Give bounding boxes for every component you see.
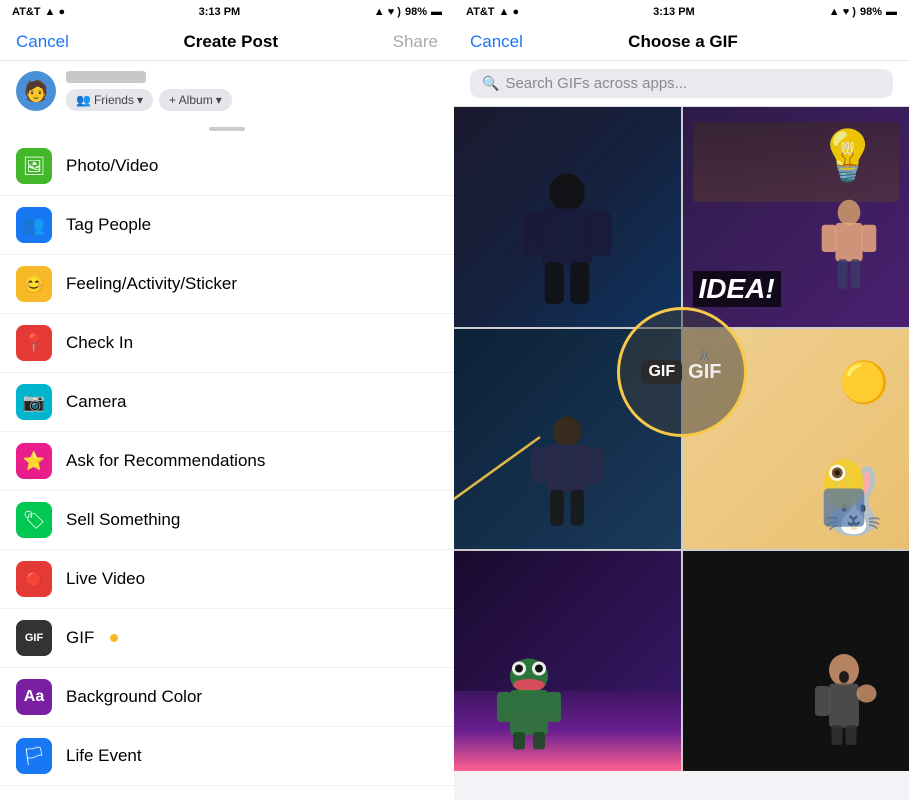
cancel-button-left[interactable]: Cancel	[16, 32, 69, 52]
ask-rec-label: Ask for Recommendations	[66, 451, 265, 471]
wifi-icon-left: ▲ ●	[45, 6, 66, 18]
tag-people-icon: 👥	[16, 207, 52, 243]
bg-color-label: Background Color	[66, 687, 202, 707]
menu-item-live-video[interactable]: 🔴 Live Video	[0, 550, 454, 609]
time-right: 3:13 PM	[653, 6, 695, 18]
feeling-icon: 😊	[16, 266, 52, 302]
nav-bar-left: Cancel Create Post Share	[0, 24, 454, 61]
drag-handle	[209, 127, 245, 131]
camera-label: Camera	[66, 392, 126, 412]
gif-cell-minion[interactable]: 🐰 🐰 🟡	[683, 329, 909, 549]
battery-right: 98%	[860, 6, 882, 18]
live-video-icon: 🔴	[16, 561, 52, 597]
battery-icon-right: ▬	[886, 6, 897, 18]
gif-label: GIF	[66, 628, 94, 648]
username-placeholder	[66, 71, 146, 83]
album-button[interactable]: + Album ▾	[159, 89, 232, 111]
minion-text: 🐰	[698, 349, 712, 362]
sell-icon: 🏷	[16, 502, 52, 538]
search-icon: 🔍	[482, 75, 499, 92]
right-panel: AT&T ▲ ● 3:13 PM ▲ ♥ ) 98% ▬ Cancel Choo…	[454, 0, 909, 800]
gif-cell-muppet[interactable]	[454, 551, 681, 771]
sell-label: Sell Something	[66, 510, 180, 530]
bg-color-icon: Aa	[16, 679, 52, 715]
menu-item-feeling[interactable]: 😊 Feeling/Activity/Sticker	[0, 255, 454, 314]
menu-item-life-event[interactable]: 🏳 Life Event	[0, 727, 454, 786]
album-chevron: ▾	[216, 93, 222, 107]
feeling-label: Feeling/Activity/Sticker	[66, 274, 237, 294]
friends-chevron: ▾	[137, 93, 143, 107]
create-post-title: Create Post	[184, 32, 278, 52]
life-event-icon: 🏳	[16, 738, 52, 774]
gif-cell-idea[interactable]: 💡 IDEA!	[683, 107, 909, 327]
choose-gif-title: Choose a GIF	[628, 32, 738, 52]
left-panel: AT&T ▲ ● 3:13 PM ▲ ♥ ) 98% ▬ Cancel Crea…	[0, 0, 454, 800]
location-icon-right: ▲ ♥ )	[829, 6, 856, 18]
gif-cell-shocked-girl[interactable]	[683, 551, 909, 771]
status-bar-right: AT&T ▲ ● 3:13 PM ▲ ♥ ) 98% ▬	[454, 0, 909, 24]
search-placeholder: Search GIFs across apps...	[505, 75, 687, 92]
check-in-icon: 📍	[16, 325, 52, 361]
menu-item-gif[interactable]: GIF GIF	[0, 609, 454, 668]
gif-grid-container: 💡 IDEA!	[454, 107, 909, 800]
share-button-left[interactable]: Share	[393, 32, 438, 52]
battery-icon-left: ▬	[431, 6, 442, 18]
album-label: + Album	[169, 93, 213, 107]
life-event-label: Life Event	[66, 746, 142, 766]
gif-menu-icon: GIF	[16, 620, 52, 656]
friends-button[interactable]: 👥 Friends ▾	[66, 89, 153, 111]
nav-bar-right: Cancel Choose a GIF	[454, 24, 909, 61]
photo-video-icon: 🖼	[16, 148, 52, 184]
wifi-icon-right: ▲ ●	[499, 6, 520, 18]
gif-cell-host[interactable]	[454, 329, 681, 549]
search-bar: 🔍 Search GIFs across apps...	[454, 61, 909, 107]
menu-item-check-in[interactable]: 📍 Check In	[0, 314, 454, 373]
menu-item-camera[interactable]: 📷 Camera	[0, 373, 454, 432]
menu-list: 🖼 Photo/Video 👥 Tag People 😊 Feeling/Act…	[0, 137, 454, 800]
gif-dot-indicator	[110, 634, 118, 642]
ask-rec-icon: ⭐	[16, 443, 52, 479]
menu-item-tag-people[interactable]: 👥 Tag People	[0, 196, 454, 255]
status-bar-left: AT&T ▲ ● 3:13 PM ▲ ♥ ) 98% ▬	[0, 0, 454, 24]
idea-text: IDEA!	[693, 271, 781, 307]
user-info: 👥 Friends ▾ + Album ▾	[66, 71, 232, 111]
menu-item-ask-rec[interactable]: ⭐ Ask for Recommendations	[0, 432, 454, 491]
friends-icon: 👥	[76, 93, 91, 107]
menu-item-sell[interactable]: 🏷 Sell Something	[0, 491, 454, 550]
time-left: 3:13 PM	[199, 6, 241, 18]
carrier-left: AT&T	[12, 6, 41, 18]
friends-label: Friends	[94, 93, 134, 107]
battery-left: 98%	[405, 6, 427, 18]
check-in-label: Check In	[66, 333, 133, 353]
location-icon-left: ▲ ♥ )	[374, 6, 401, 18]
drag-handle-area	[0, 121, 454, 137]
live-video-label: Live Video	[66, 569, 145, 589]
carrier-right: AT&T	[466, 6, 495, 18]
post-header: 🧑 👥 Friends ▾ + Album ▾	[0, 61, 454, 121]
photo-video-label: Photo/Video	[66, 156, 158, 176]
gif-grid: 💡 IDEA!	[454, 107, 909, 771]
post-controls: 👥 Friends ▾ + Album ▾	[66, 89, 232, 111]
avatar: 🧑	[16, 71, 56, 111]
tag-people-label: Tag People	[66, 215, 151, 235]
bunny-ears: 🟡	[839, 359, 889, 406]
search-input-wrap[interactable]: 🔍 Search GIFs across apps...	[470, 69, 893, 98]
menu-item-bg-color[interactable]: Aa Background Color	[0, 668, 454, 727]
gif-cell-wrestler[interactable]	[454, 107, 681, 327]
camera-icon: 📷	[16, 384, 52, 420]
cancel-button-right[interactable]: Cancel	[470, 32, 523, 52]
menu-item-photo-video[interactable]: 🖼 Photo/Video	[0, 137, 454, 196]
